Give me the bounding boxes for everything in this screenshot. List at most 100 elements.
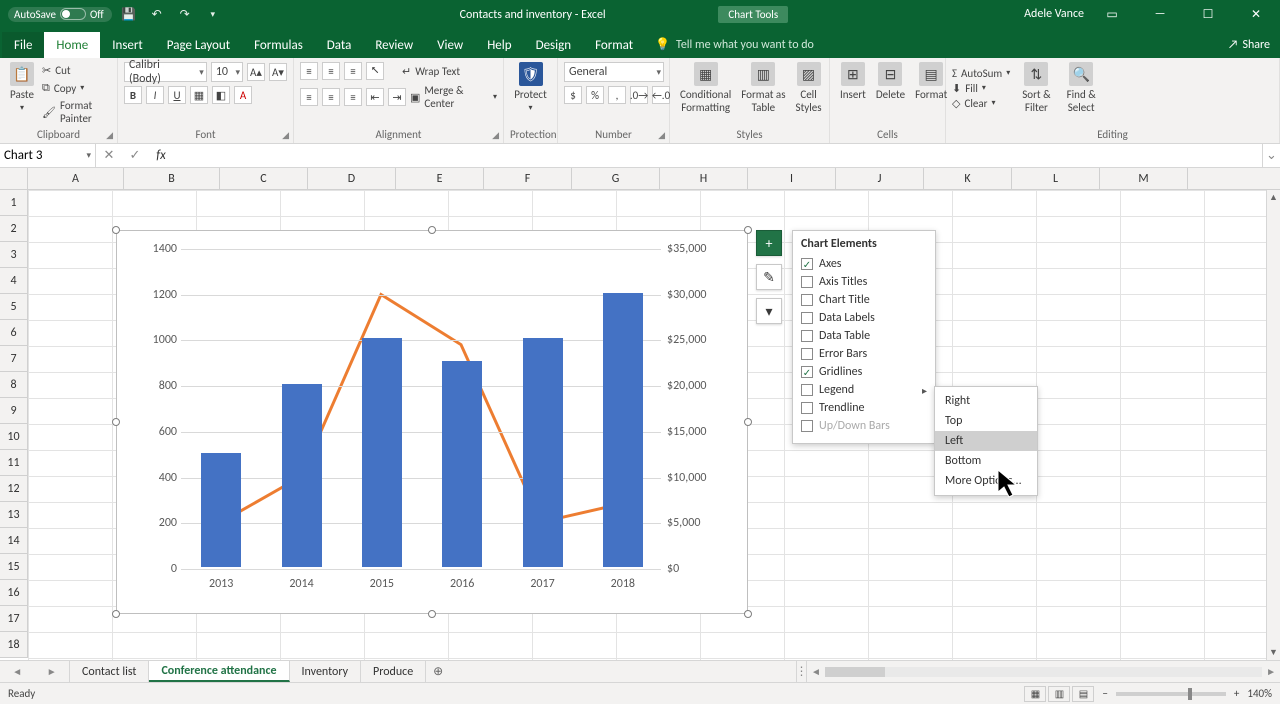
row-header[interactable]: 16 (0, 580, 28, 606)
align-right-icon[interactable]: ≡ (344, 88, 362, 106)
column-header[interactable]: E (396, 168, 484, 189)
minimize-icon[interactable]: — (1140, 0, 1180, 28)
fill-color-button[interactable]: ◧ (212, 86, 230, 104)
row-header[interactable]: 10 (0, 424, 28, 450)
insert-cells-button[interactable]: ⊞Insert (836, 62, 870, 101)
row-header[interactable]: 6 (0, 320, 28, 346)
find-select-button[interactable]: 🔍Find & Select (1063, 62, 1100, 114)
tab-insert[interactable]: Insert (100, 32, 155, 58)
copy-button[interactable]: ⧉Copy▾ (42, 81, 111, 95)
increase-indent-icon[interactable]: ⇥ (388, 88, 406, 106)
tab-help[interactable]: Help (475, 32, 523, 58)
cut-button[interactable]: ✂Cut (42, 64, 111, 77)
user-name[interactable]: Adele Vance (1024, 7, 1084, 21)
number-format-combo[interactable]: General (564, 62, 664, 82)
name-box[interactable]: Chart 3 (0, 144, 96, 167)
embedded-chart[interactable]: 0$0200$5,000400$10,000600$15,000800$20,0… (116, 230, 748, 614)
tab-format[interactable]: Format (583, 32, 645, 58)
zoom-slider[interactable] (1116, 692, 1226, 696)
cancel-formula-icon[interactable]: ✕ (96, 148, 122, 163)
save-icon[interactable]: 💾 (118, 3, 140, 25)
resize-handle[interactable] (112, 226, 120, 234)
font-color-button[interactable]: A (234, 86, 252, 104)
fill-button[interactable]: ⬇Fill▾ (952, 82, 1010, 95)
percent-format-icon[interactable]: % (586, 86, 604, 104)
legend-position-option[interactable]: Bottom (935, 451, 1037, 471)
tab-file[interactable]: File (2, 32, 44, 58)
tab-scroll-right-icon[interactable]: ► (47, 665, 57, 678)
line-series[interactable] (181, 249, 661, 568)
decrease-indent-icon[interactable]: ⇤ (366, 88, 384, 106)
expand-formula-bar-icon[interactable]: ⌄ (1262, 144, 1280, 167)
zoom-level[interactable]: 140% (1247, 687, 1272, 700)
increase-decimal-icon[interactable]: .0→ (630, 86, 648, 104)
tab-data[interactable]: Data (315, 32, 364, 58)
borders-button[interactable]: ▦ (190, 86, 208, 104)
scroll-right-icon[interactable]: ► (1266, 665, 1276, 678)
comma-format-icon[interactable]: , (608, 86, 626, 104)
row-header[interactable]: 5 (0, 294, 28, 320)
vertical-scrollbar[interactable] (1266, 190, 1280, 660)
italic-button[interactable]: I (146, 86, 164, 104)
column-header[interactable]: L (1012, 168, 1100, 189)
resize-handle[interactable] (112, 418, 120, 426)
horizontal-scrollbar[interactable]: ◄ ► (806, 661, 1280, 682)
tab-home[interactable]: Home (44, 32, 100, 58)
bar-series-point[interactable] (201, 453, 241, 567)
align-top-icon[interactable]: ≡ (300, 62, 318, 80)
chart-element-option[interactable]: ✓Axes (801, 255, 927, 273)
redo-icon[interactable]: ↷ (174, 3, 196, 25)
tab-page-layout[interactable]: Page Layout (155, 32, 242, 58)
row-header[interactable]: 7 (0, 346, 28, 372)
align-left-icon[interactable]: ≡ (300, 88, 318, 106)
row-header[interactable]: 14 (0, 528, 28, 554)
sheet-tab[interactable]: Contact list (70, 661, 149, 682)
tell-me-search[interactable]: 💡 Tell me what you want to do (645, 31, 824, 58)
increase-font-icon[interactable]: A▴ (247, 63, 265, 81)
chart-filters-button[interactable]: ▾ (756, 298, 782, 324)
column-header[interactable]: M (1100, 168, 1188, 189)
format-as-table-button[interactable]: ▥Format as Table (737, 62, 789, 114)
chart-styles-button[interactable]: ✎ (756, 264, 782, 290)
format-painter-button[interactable]: 🖌Format Painter (42, 99, 111, 125)
align-middle-icon[interactable]: ≡ (322, 62, 340, 80)
sheet-tab-nav[interactable]: ◄► (0, 661, 70, 682)
ribbon-display-options-icon[interactable]: ▭ (1092, 0, 1132, 28)
legend-position-option[interactable]: More Options... (935, 471, 1037, 491)
row-header[interactable]: 15 (0, 554, 28, 580)
tab-scroll-left-icon[interactable]: ◄ (12, 665, 22, 678)
formula-input[interactable] (174, 144, 1262, 167)
row-header[interactable]: 18 (0, 632, 28, 658)
close-icon[interactable]: ✕ (1236, 0, 1276, 28)
row-header[interactable]: 4 (0, 268, 28, 294)
new-sheet-button[interactable]: ⊕ (426, 661, 450, 682)
dialog-launcher-icon[interactable]: ◢ (282, 130, 289, 141)
bar-series-point[interactable] (523, 338, 563, 567)
column-header[interactable]: J (836, 168, 924, 189)
page-break-view-icon[interactable]: ▤ (1072, 686, 1094, 702)
qat-customize-icon[interactable]: ▾ (202, 3, 224, 25)
zoom-out-icon[interactable]: − (1102, 687, 1107, 700)
decrease-decimal-icon[interactable]: ←.0 (652, 86, 670, 104)
row-header[interactable]: 1 (0, 190, 28, 216)
sort-filter-button[interactable]: ⇅Sort & Filter (1018, 62, 1054, 114)
underline-button[interactable]: U (168, 86, 186, 104)
column-header[interactable]: B (124, 168, 220, 189)
cell-styles-button[interactable]: ▨Cell Styles (792, 62, 826, 114)
tab-view[interactable]: View (425, 32, 475, 58)
bar-series-point[interactable] (442, 361, 482, 567)
clear-button[interactable]: ◇Clear▾ (952, 97, 1010, 110)
column-header[interactable]: F (484, 168, 572, 189)
merge-center-button[interactable]: ▣Merge & Center▾ (410, 84, 497, 110)
column-header[interactable]: G (572, 168, 660, 189)
font-size-combo[interactable]: 10 (211, 62, 243, 82)
chart-plot-area[interactable]: 0$0200$5,000400$10,000600$15,000800$20,0… (181, 249, 661, 567)
align-bottom-icon[interactable]: ≡ (344, 62, 362, 80)
tab-review[interactable]: Review (363, 32, 425, 58)
column-header[interactable]: C (220, 168, 308, 189)
tab-split-handle[interactable]: ⋮ (796, 661, 806, 682)
chart-element-option[interactable]: Chart Title (801, 291, 927, 309)
legend-position-option[interactable]: Right (935, 391, 1037, 411)
chart-elements-button[interactable]: + (756, 230, 782, 256)
column-header[interactable]: H (660, 168, 748, 189)
